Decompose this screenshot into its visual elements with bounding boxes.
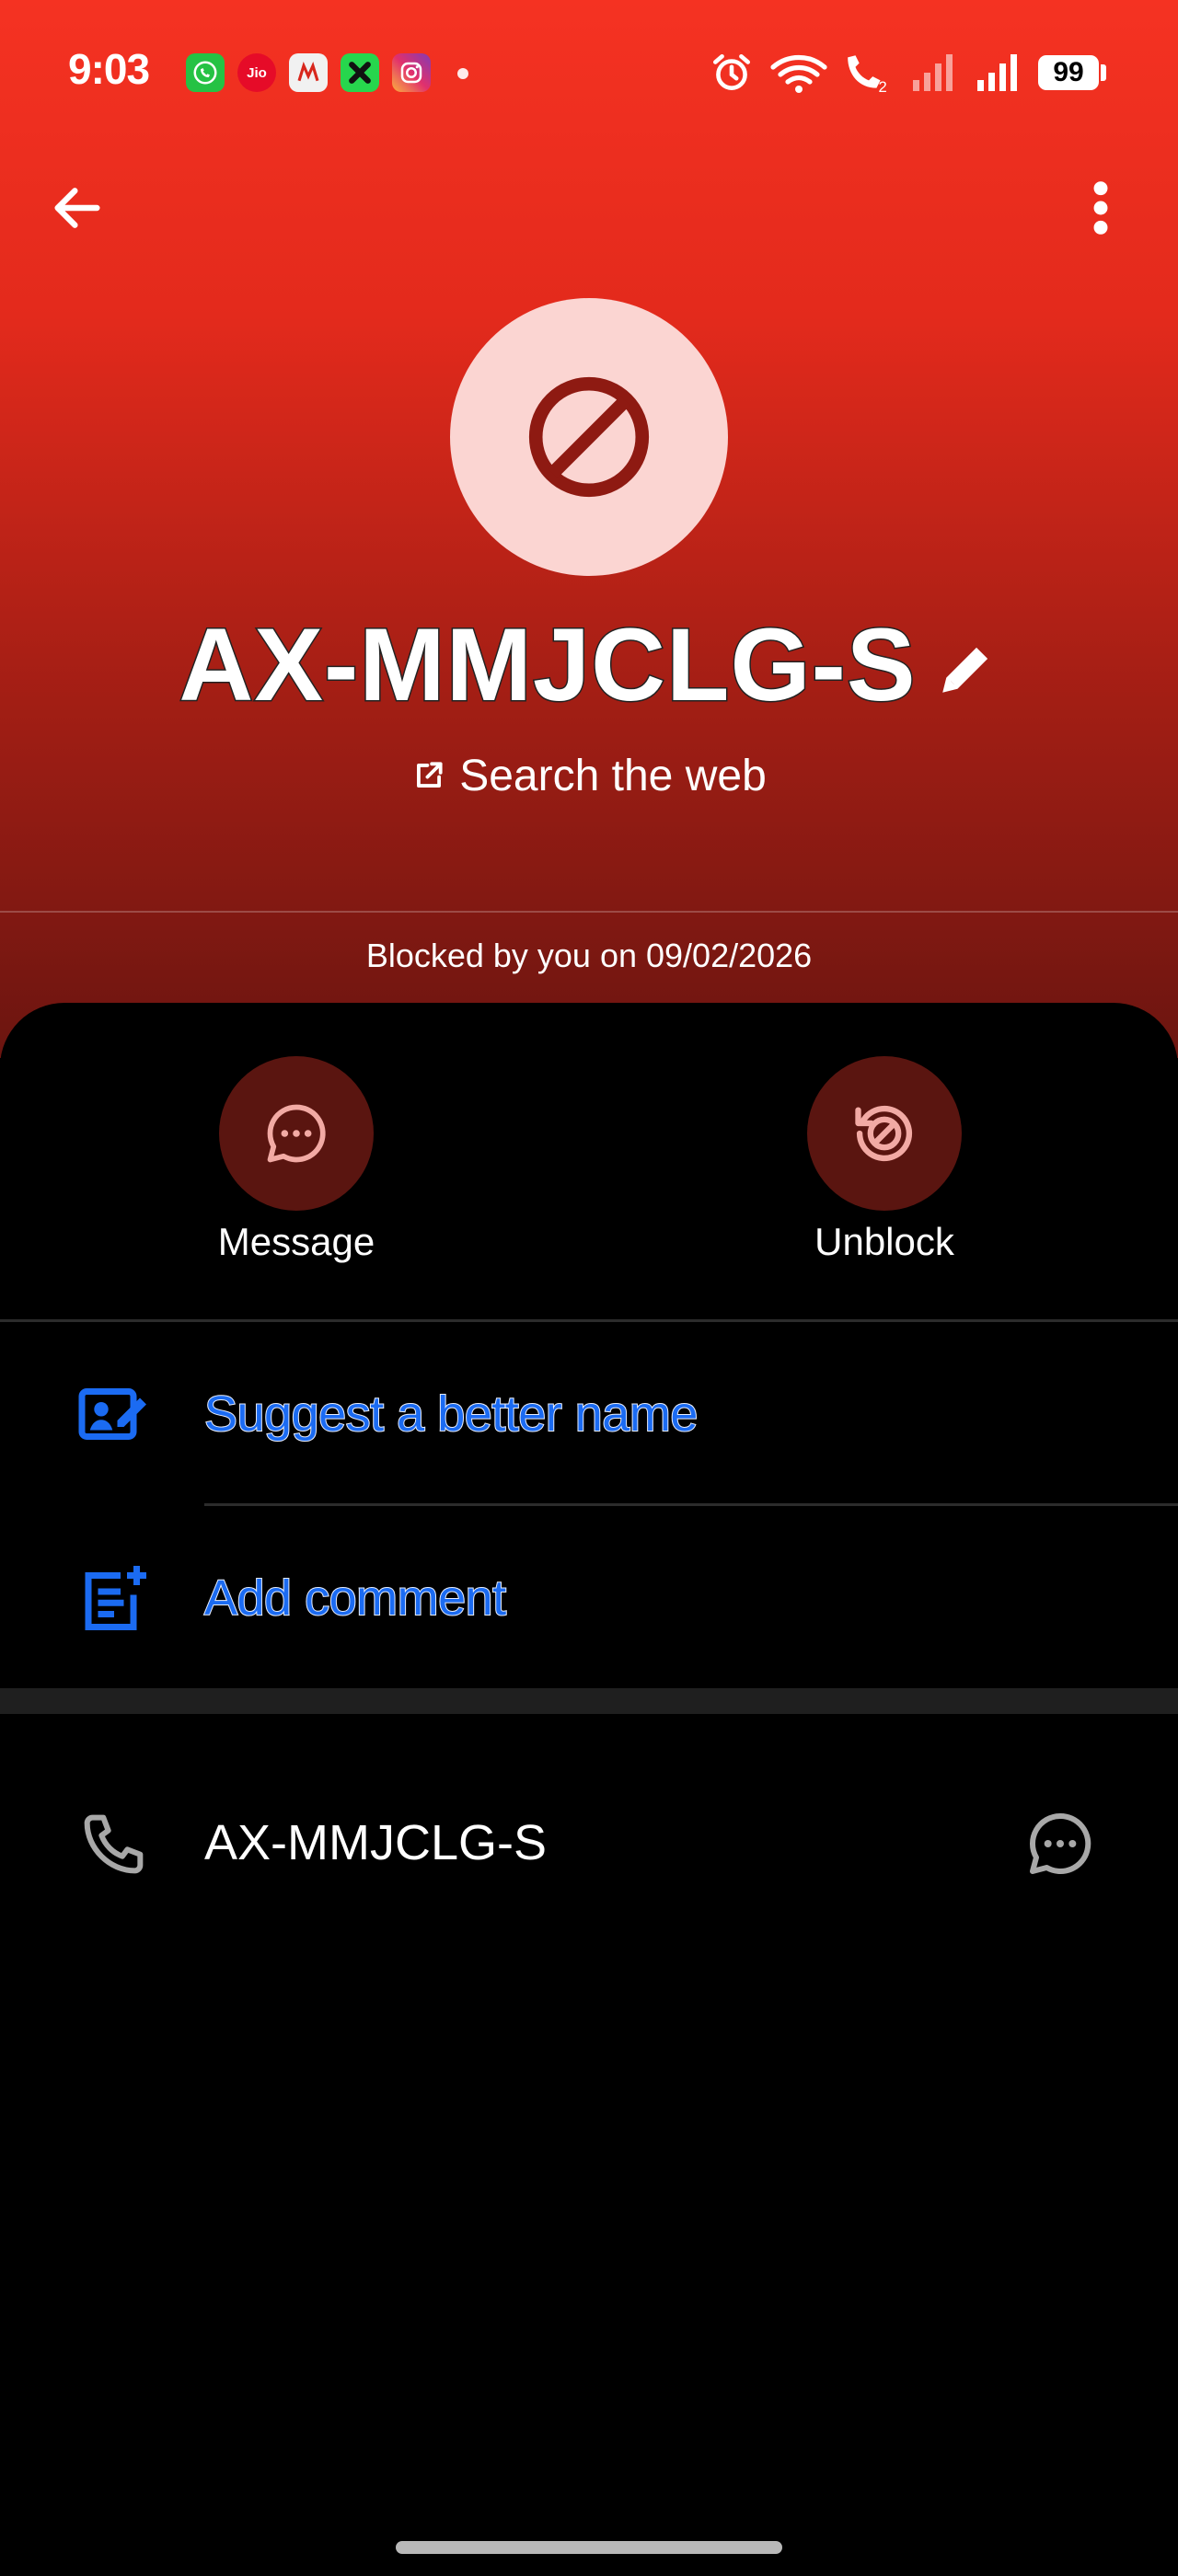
phone-number-row[interactable]: AX-MMJCLG-S [0,1757,1178,1932]
message-action[interactable]: Message [177,1056,416,1264]
xbox-icon [341,53,379,92]
unblock-icon [855,1105,913,1162]
signal-sim2-icon [909,50,953,100]
add-comment-label: Add comment [203,1570,507,1627]
status-time: 9:03 [68,45,150,93]
more-vert-icon [1093,181,1108,235]
blocked-status-text: Blocked by you on 09/02/2026 [365,937,813,974]
suggest-name-icon [75,1375,153,1453]
status-bar: 9:03 Jio 2 99 [0,0,1178,147]
message-action-label: Message [217,1220,375,1263]
notification-dot [457,68,468,79]
whatsapp-icon [186,53,225,92]
my-jio-icon [289,53,328,92]
jio-icon-label: Jio [247,64,267,81]
alarm-icon [709,50,755,100]
phone-icon [75,1805,153,1882]
edit-pencil-icon [941,647,987,693]
instagram-icon [392,53,431,92]
header-divider [0,911,1178,913]
wifi-calling-icon: 2 [839,50,895,100]
back-arrow-icon [54,188,100,228]
battery-tip [1101,64,1106,81]
add-comment-row[interactable]: Add comment [0,1511,1178,1685]
back-button[interactable] [40,171,114,245]
add-comment-icon [75,1559,153,1637]
battery-icon: 99 [1038,55,1099,90]
number-message-button[interactable] [1022,1805,1099,1882]
message-action-circle[interactable] [219,1056,374,1211]
more-options-button[interactable] [1064,171,1138,245]
chat-bubble-icon [1030,1812,1091,1874]
jio-icon: Jio [237,53,276,92]
phone-number-value: AX-MMJCLG-S [204,1815,548,1870]
search-web-link[interactable]: Search the web [0,743,1178,808]
suggest-name-label: Suggest a better name [203,1386,699,1443]
blocked-icon [528,376,650,498]
contact-name: AX-MMJCLG-S [178,605,917,723]
section-separator [0,1688,1178,1714]
actions-divider [0,1319,1178,1322]
signal-sim1-icon [974,50,1018,100]
unblock-action-circle[interactable] [807,1056,962,1211]
contact-avatar [450,298,728,576]
edit-name-button[interactable] [933,636,999,702]
open-external-icon [417,762,443,788]
unblock-action[interactable]: Unblock [765,1056,1004,1264]
unblock-action-label: Unblock [814,1220,954,1263]
chat-bubble-icon [267,1104,326,1163]
search-web-label: Search the web [459,751,767,800]
home-indicator[interactable] [396,2541,782,2554]
svg-text:2: 2 [879,78,887,96]
wifi-icon [769,50,828,100]
options-divider [204,1503,1178,1506]
contact-name-row: AX-MMJCLG-S [0,605,1178,723]
suggest-name-row[interactable]: Suggest a better name [0,1327,1178,1501]
